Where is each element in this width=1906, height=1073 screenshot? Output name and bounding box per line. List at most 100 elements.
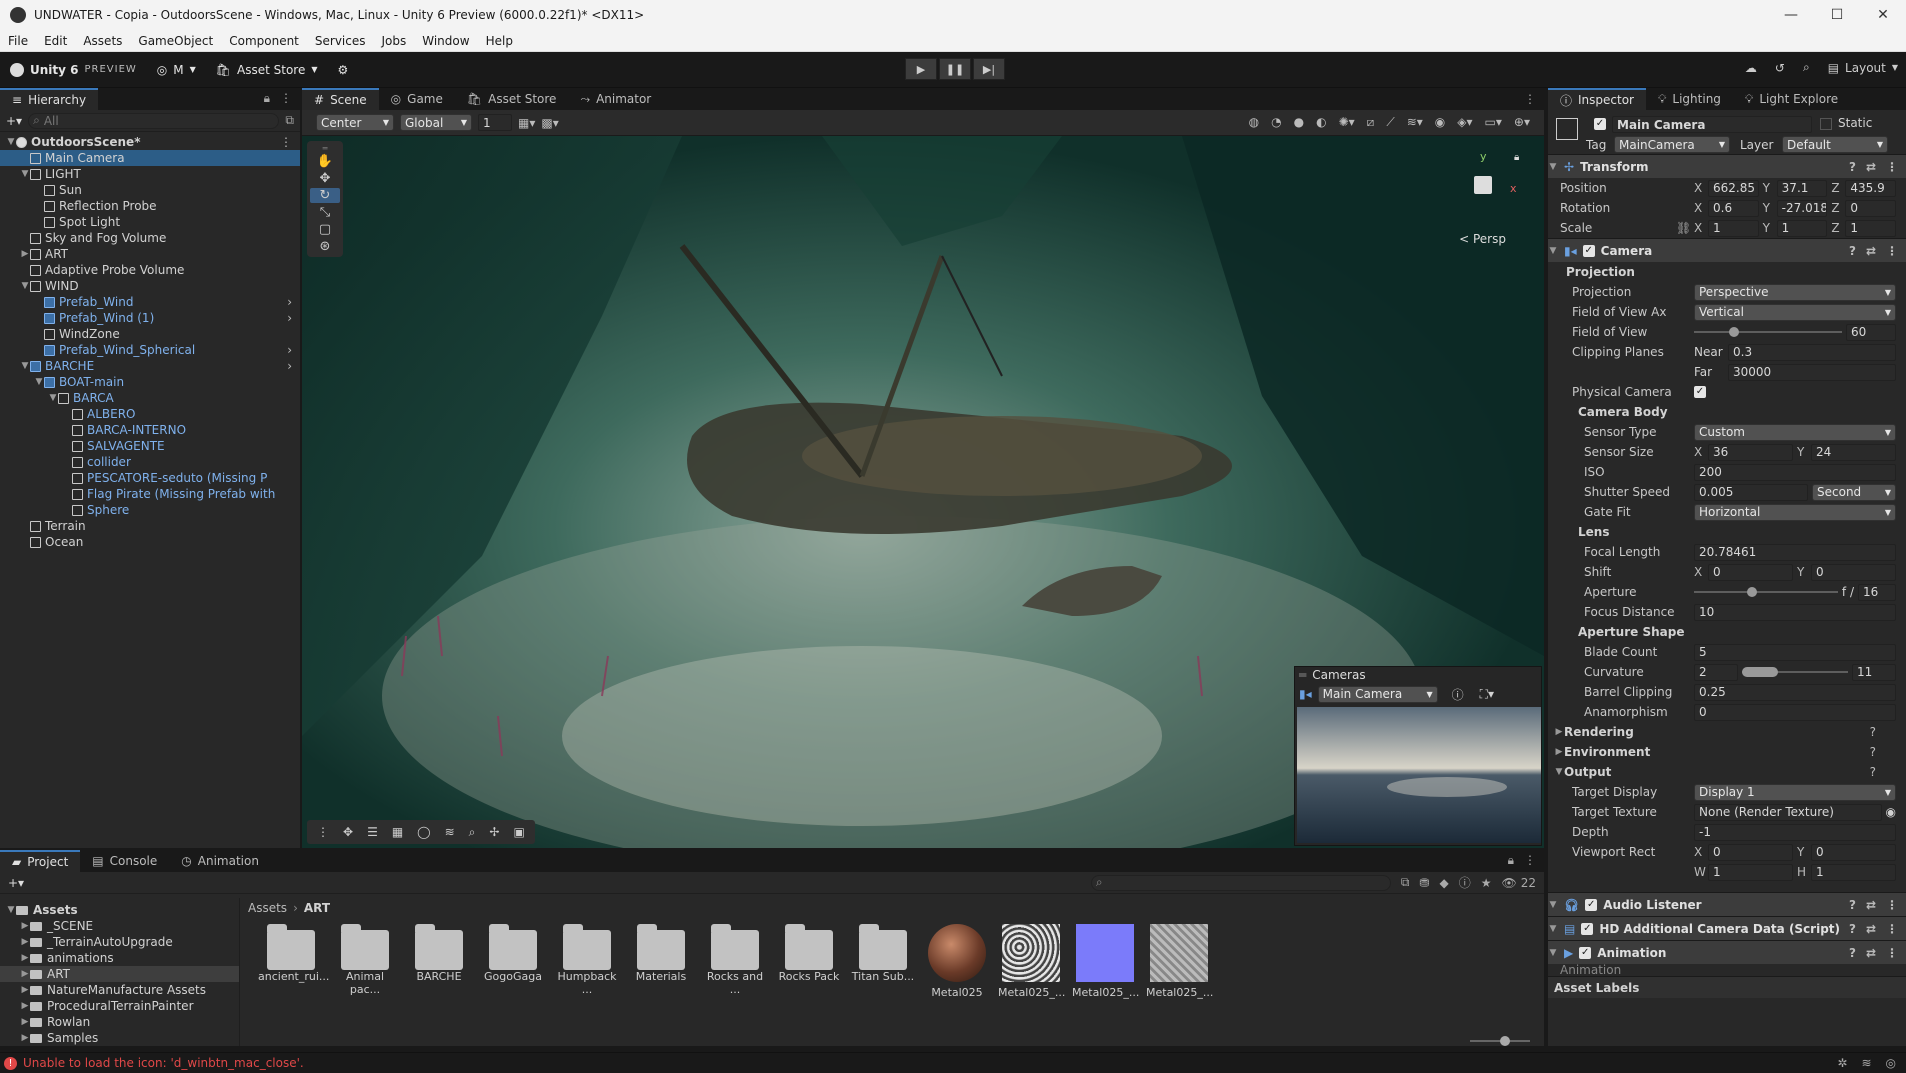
help-icon[interactable]: ? (1849, 160, 1856, 174)
tab-animator[interactable]: ⤳ Animator (568, 88, 663, 110)
collapsed-arrow-icon[interactable]: ▶ (20, 1017, 30, 1027)
expanded-arrow-icon[interactable]: ▼ (1554, 767, 1564, 777)
package-filter-icon[interactable]: ⓘ (1459, 874, 1471, 891)
draw-mode-icon[interactable]: ◈▾ (1457, 115, 1472, 130)
hierarchy-row[interactable]: Spot Light (0, 214, 300, 230)
more-icon[interactable]: ⋮ (1886, 946, 1898, 960)
unity-version-button[interactable]: Unity 6 PREVIEW (0, 62, 147, 77)
component-enabled-checkbox[interactable]: ✓ (1582, 244, 1595, 257)
menu-component[interactable]: Component (221, 34, 307, 48)
add-object-button[interactable]: +▾ (6, 114, 22, 128)
hierarchy-row[interactable]: ▼ OutdoorsScene* ⋮ (0, 134, 300, 150)
space-dropdown[interactable]: Global ▼ (400, 114, 472, 131)
rendering-section[interactable]: ▶ Rendering? (1548, 722, 1906, 742)
visibility-icon[interactable]: ◉ (1435, 115, 1445, 130)
collapsed-arrow-icon[interactable]: ▶ (20, 921, 30, 931)
expanded-arrow-icon[interactable]: ▼ (1548, 162, 1558, 172)
help-icon[interactable]: ? (1849, 922, 1856, 936)
more-icon[interactable]: ⋮ (1886, 244, 1898, 258)
aperture-field[interactable]: 16 (1858, 583, 1896, 601)
physical-camera-checkbox[interactable]: ✓ (1694, 386, 1706, 398)
aperture-shape-section[interactable]: Aperture Shape (1548, 622, 1906, 642)
folder-tree-item[interactable]: ▶ ART (0, 966, 239, 982)
focal-field[interactable]: 20.78461 (1694, 543, 1896, 561)
preset-icon[interactable]: ⇄ (1866, 922, 1876, 936)
label-filter-icon[interactable]: ◆ (1439, 876, 1448, 890)
tab-light-explorer[interactable]: 💡︎ Light Explore (1733, 88, 1850, 110)
target-display-dropdown[interactable]: Display 1 ▼ (1694, 783, 1896, 801)
pause-button[interactable]: ❚❚ (939, 58, 971, 80)
collapsed-arrow-icon[interactable]: ▶ (1554, 727, 1564, 737)
layout-dropdown[interactable]: ▤ Layout ▼ (1828, 61, 1898, 75)
component-header[interactable]: ▼ ▶ ✓ Animation? ⇄ ⋮ (1548, 940, 1906, 964)
projection-dropdown[interactable]: Perspective ▼ (1694, 283, 1896, 301)
expanded-arrow-icon[interactable]: ▼ (34, 377, 44, 387)
projection-section[interactable]: Projection (1548, 262, 1906, 282)
zoom-icon[interactable]: ⌕ (469, 825, 476, 840)
hierarchy-row[interactable]: PESCATORE-seduto (Missing P (0, 470, 300, 486)
aperture-slider[interactable] (1694, 587, 1838, 597)
hierarchy-row[interactable]: ▼ LIGHT (0, 166, 300, 182)
component-enabled-checkbox[interactable]: ✓ (1581, 922, 1594, 935)
preset-icon[interactable]: ⇄ (1866, 160, 1876, 174)
account-button[interactable]: ◎ M ▼ (147, 63, 206, 77)
collapsed-arrow-icon[interactable]: ▶ (20, 249, 30, 259)
bug-icon[interactable]: ✲ (1837, 1056, 1847, 1070)
expanded-arrow-icon[interactable]: ▼ (1548, 900, 1558, 910)
asset-labels-bar[interactable]: Asset Labels (1548, 976, 1906, 998)
hierarchy-row[interactable]: Sun (0, 182, 300, 198)
history-icon[interactable]: ↺ (1775, 61, 1785, 75)
pan-icon[interactable]: ✢ (489, 825, 499, 839)
sensor-y-field[interactable]: 24 (1811, 443, 1896, 461)
position-field-x[interactable]: 662.85 (1708, 179, 1759, 197)
folder-tree-item[interactable]: ▶ animations (0, 950, 239, 966)
help-icon[interactable]: ? (1849, 946, 1856, 960)
asset-tile[interactable]: Metal025_... (998, 924, 1065, 999)
shutter-field[interactable]: 0.005 (1694, 483, 1808, 501)
collapsed-arrow-icon[interactable]: ▶ (20, 937, 30, 947)
menu-assets[interactable]: Assets (75, 34, 130, 48)
menu-edit[interactable]: Edit (36, 34, 75, 48)
menu-help[interactable]: Help (478, 34, 521, 48)
tab-hierarchy[interactable]: ≡ Hierarchy (0, 88, 99, 110)
blade-field[interactable]: 5 (1694, 643, 1896, 661)
asset-store-button[interactable]: 🛍 Asset Store ▼ (206, 63, 328, 77)
expanded-arrow-icon[interactable]: ▼ (6, 905, 16, 915)
globe-icon[interactable]: ◍ (1249, 115, 1259, 130)
chevron-right-icon[interactable]: › (287, 295, 292, 309)
cloud-icon[interactable]: ☁ (1745, 61, 1757, 75)
project-search-input[interactable]: ⌕ (1090, 874, 1391, 891)
close-icon[interactable]: ✕ (1860, 7, 1906, 23)
asset-tile[interactable]: BARCHE (406, 924, 472, 983)
hierarchy-search-input[interactable]: ⌕ All (28, 112, 280, 129)
collapsed-arrow-icon[interactable]: ▶ (1554, 747, 1564, 757)
fov-axis-dropdown[interactable]: Vertical ▼ (1694, 303, 1896, 321)
sensor-x-field[interactable]: 36 (1708, 443, 1793, 461)
camera-icon[interactable]: ▭▾ (1485, 115, 1502, 130)
align-icon[interactable]: ☰ (367, 825, 378, 839)
type-filter-icon[interactable]: ⛃ (1419, 876, 1429, 890)
tab-asset-store[interactable]: 🛍 Asset Store (455, 88, 569, 110)
hierarchy-row[interactable]: ALBERO (0, 406, 300, 422)
scale-field-z[interactable]: 1 (1845, 219, 1897, 237)
hierarchy-row[interactable]: Prefab_Wind › (0, 294, 300, 310)
help-icon[interactable]: ? (1870, 765, 1876, 779)
scale-field-y[interactable]: 1 (1776, 219, 1828, 237)
more-icon[interactable]: ⋮ (280, 91, 292, 106)
help-icon[interactable]: ? (1870, 725, 1876, 739)
hierarchy-row[interactable]: ▼ BARCA (0, 390, 300, 406)
more-icon[interactable]: ⋮ (1524, 853, 1536, 868)
icon-size-slider[interactable] (1470, 1036, 1530, 1046)
asset-tile[interactable]: Rocks Pack (776, 924, 842, 983)
hierarchy-row[interactable]: ▶ ART (0, 246, 300, 262)
curvature-min-field[interactable]: 2 (1694, 663, 1738, 681)
viewport-h-field[interactable]: 1 (1811, 863, 1896, 881)
hierarchy-row[interactable]: Ocean (0, 534, 300, 550)
position-field-z[interactable]: 435.9 (1845, 179, 1897, 197)
persp-label[interactable]: < Persp (1459, 232, 1506, 246)
layers-status-icon[interactable]: ≋ (1861, 1056, 1871, 1070)
gizmos-icon[interactable]: ⊕▾ (1514, 115, 1530, 130)
shading-icon[interactable]: ◯ (417, 825, 430, 839)
aperture-slider-knob[interactable] (1746, 587, 1757, 597)
component-enabled-checkbox[interactable]: ✓ (1585, 898, 1598, 911)
